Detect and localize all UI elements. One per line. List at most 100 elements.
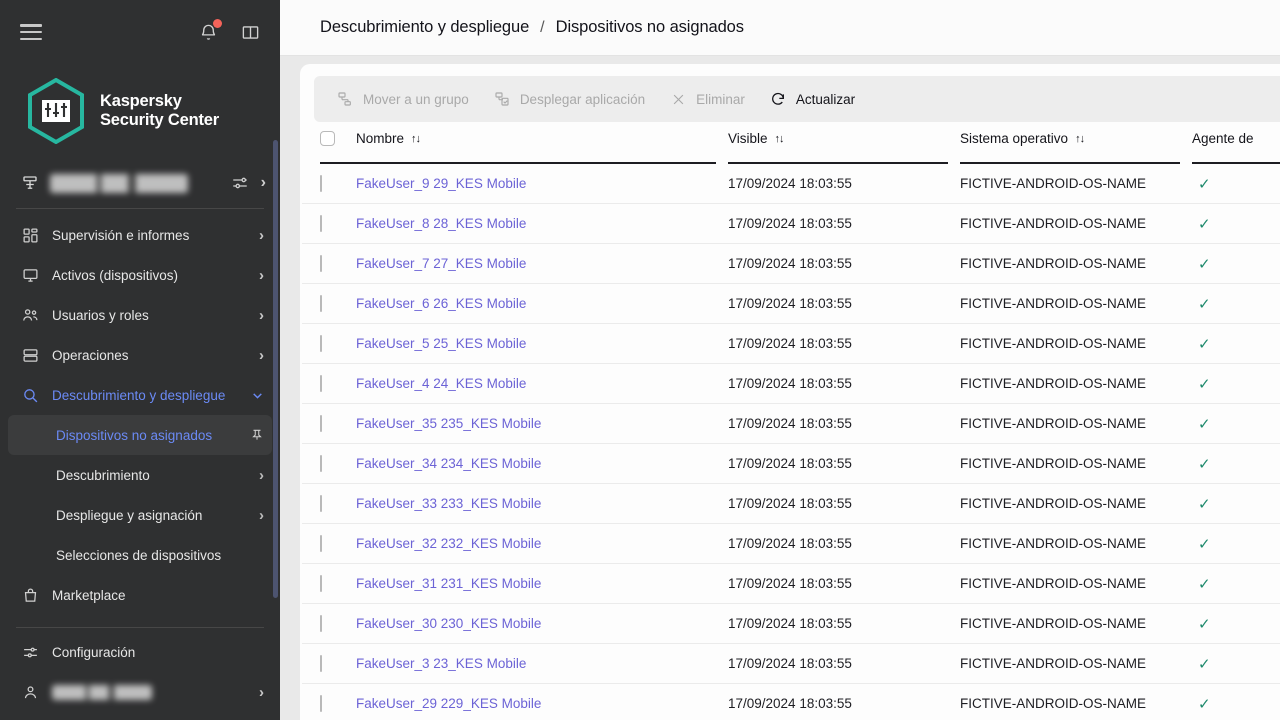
column-header-agente[interactable]: Agente de	[1192, 122, 1280, 164]
row-checkbox[interactable]	[320, 175, 322, 192]
device-name-link[interactable]: FakeUser_9 29_KES Mobile	[356, 176, 526, 191]
table-row[interactable]: FakeUser_30 230_KES Mobile 17/09/2024 18:…	[302, 604, 1280, 644]
move-to-group-icon	[336, 90, 354, 108]
row-checkbox[interactable]	[320, 255, 322, 272]
row-checkbox[interactable]	[320, 415, 322, 432]
column-label: Sistema operativo	[960, 131, 1069, 146]
table-row[interactable]: FakeUser_35 235_KES Mobile 17/09/2024 18:…	[302, 404, 1280, 444]
sidebar-item-descubrimiento-y-despliegue[interactable]: Descubrimiento y despliegue	[8, 375, 272, 415]
button-label: Mover a un grupo	[363, 91, 469, 107]
os-name: FICTIVE-ANDROID-OS-NAME	[960, 336, 1147, 351]
table-row[interactable]: FakeUser_4 24_KES Mobile 17/09/2024 18:03…	[302, 364, 1280, 404]
table-row[interactable]: FakeUser_8 28_KES Mobile 17/09/2024 18:03…	[302, 204, 1280, 244]
os-cell: FICTIVE-ANDROID-OS-NAME	[960, 616, 1180, 631]
sidebar-item-despliegue-y-asignacion[interactable]: Despliegue y asignación ›	[8, 495, 272, 535]
sidebar-item-selecciones-de-dispositivos[interactable]: Selecciones de dispositivos	[8, 535, 272, 575]
device-name-cell: FakeUser_33 233_KES Mobile	[356, 496, 716, 511]
delete-button[interactable]: Eliminar	[657, 83, 757, 115]
sidebar-item-usuarios[interactable]: Usuarios y roles ›	[8, 295, 272, 335]
row-checkbox[interactable]	[320, 215, 322, 232]
bell-icon[interactable]	[196, 19, 222, 44]
sort-arrows-icon: ↑↓	[774, 132, 785, 145]
device-name-cell: FakeUser_5 25_KES Mobile	[356, 336, 716, 351]
table-toolbar: Mover a un grupo Desplegar aplicación El…	[314, 76, 1280, 122]
device-name-link[interactable]: FakeUser_8 28_KES Mobile	[356, 216, 526, 231]
menu-icon[interactable]	[20, 24, 42, 40]
table-row[interactable]: FakeUser_31 231_KES Mobile 17/09/2024 18:…	[302, 564, 1280, 604]
row-checkbox[interactable]	[320, 655, 322, 672]
device-name-link[interactable]: FakeUser_3 23_KES Mobile	[356, 656, 526, 671]
refresh-button[interactable]: Actualizar	[757, 83, 867, 115]
sidebar-item-activos[interactable]: Activos (dispositivos) ›	[8, 255, 272, 295]
sidebar-scrollbar[interactable]	[273, 140, 278, 598]
device-name-link[interactable]: FakeUser_7 27_KES Mobile	[356, 256, 526, 271]
book-icon[interactable]	[238, 20, 262, 44]
sidebar-item-operaciones[interactable]: Operaciones ›	[8, 335, 272, 375]
main-area: Descubrimiento y despliegue / Dispositiv…	[280, 0, 1280, 720]
server-selector[interactable]: ›	[20, 164, 266, 202]
sidebar-item-supervision[interactable]: Supervisión e informes ›	[8, 215, 272, 255]
check-icon: ✓	[1198, 255, 1211, 273]
device-name-link[interactable]: FakeUser_31 231_KES Mobile	[356, 576, 541, 591]
device-name-link[interactable]: FakeUser_4 24_KES Mobile	[356, 376, 526, 391]
device-name-link[interactable]: FakeUser_29 229_KES Mobile	[356, 696, 541, 711]
visible-timestamp: 17/09/2024 18:03:55	[728, 176, 852, 191]
check-icon: ✓	[1198, 535, 1211, 553]
sidebar-footer: Configuración ›	[0, 621, 280, 720]
sidebar-divider-bottom	[16, 627, 264, 628]
table-row[interactable]: FakeUser_7 27_KES Mobile 17/09/2024 18:03…	[302, 244, 1280, 284]
sidebar-item-dispositivos-no-asignados[interactable]: Dispositivos no asignados	[8, 415, 272, 455]
column-header-visible[interactable]: Visible ↑↓	[728, 122, 948, 164]
sidebar-item-descubrimiento[interactable]: Descubrimiento ›	[8, 455, 272, 495]
row-select-cell	[320, 655, 356, 672]
breadcrumb-parent[interactable]: Descubrimiento y despliegue	[320, 18, 529, 37]
row-checkbox[interactable]	[320, 495, 322, 512]
table-row[interactable]: FakeUser_9 29_KES Mobile 17/09/2024 18:03…	[302, 164, 1280, 204]
pin-icon[interactable]	[250, 428, 264, 442]
server-name-redacted	[50, 173, 188, 193]
brand-logo[interactable]: Kaspersky Security Center	[0, 64, 280, 162]
row-checkbox[interactable]	[320, 375, 322, 392]
row-checkbox[interactable]	[320, 615, 322, 632]
server-row-actions: ›	[231, 174, 266, 192]
visible-cell: 17/09/2024 18:03:55	[728, 496, 948, 511]
table-row[interactable]: FakeUser_33 233_KES Mobile 17/09/2024 18:…	[302, 484, 1280, 524]
sliders-icon[interactable]	[231, 174, 249, 192]
row-checkbox[interactable]	[320, 695, 322, 712]
row-checkbox[interactable]	[320, 335, 322, 352]
column-header-sistema-operativo[interactable]: Sistema operativo ↑↓	[960, 122, 1180, 164]
row-checkbox[interactable]	[320, 575, 322, 592]
visible-timestamp: 17/09/2024 18:03:55	[728, 296, 852, 311]
table-row[interactable]: FakeUser_6 26_KES Mobile 17/09/2024 18:03…	[302, 284, 1280, 324]
sidebar-item-label: Despliegue y asignación	[56, 507, 203, 523]
row-checkbox[interactable]	[320, 295, 322, 312]
agent-cell: ✓	[1192, 255, 1280, 273]
check-icon: ✓	[1198, 215, 1211, 233]
device-name-link[interactable]: FakeUser_32 232_KES Mobile	[356, 536, 541, 551]
device-name-link[interactable]: FakeUser_35 235_KES Mobile	[356, 416, 541, 431]
sidebar-item-user-account[interactable]: ›	[8, 672, 272, 712]
move-to-group-button[interactable]: Mover a un grupo	[324, 83, 481, 115]
device-name-link[interactable]: FakeUser_33 233_KES Mobile	[356, 496, 541, 511]
deploy-app-button[interactable]: Desplegar aplicación	[481, 83, 657, 115]
device-name-link[interactable]: FakeUser_34 234_KES Mobile	[356, 456, 541, 471]
row-checkbox[interactable]	[320, 455, 322, 472]
sidebar-item-configuracion[interactable]: Configuración	[8, 632, 272, 672]
chevron-right-icon: ›	[259, 466, 264, 484]
chevron-right-icon: ›	[259, 226, 264, 244]
sidebar-item-marketplace[interactable]: Marketplace	[8, 575, 272, 615]
device-name-link[interactable]: FakeUser_5 25_KES Mobile	[356, 336, 526, 351]
table-row[interactable]: FakeUser_5 25_KES Mobile 17/09/2024 18:03…	[302, 324, 1280, 364]
select-all-checkbox[interactable]	[320, 131, 335, 146]
table-row[interactable]: FakeUser_3 23_KES Mobile 17/09/2024 18:03…	[302, 644, 1280, 684]
server-chevron-icon[interactable]: ›	[261, 174, 266, 192]
column-header-nombre[interactable]: Nombre ↑↓	[356, 122, 716, 164]
row-checkbox[interactable]	[320, 535, 322, 552]
table-row[interactable]: FakeUser_29 229_KES Mobile 17/09/2024 18:…	[302, 684, 1280, 720]
check-icon: ✓	[1198, 655, 1211, 673]
device-name-link[interactable]: FakeUser_6 26_KES Mobile	[356, 296, 526, 311]
chevron-right-icon: ›	[259, 306, 264, 324]
device-name-link[interactable]: FakeUser_30 230_KES Mobile	[356, 616, 541, 631]
table-row[interactable]: FakeUser_34 234_KES Mobile 17/09/2024 18:…	[302, 444, 1280, 484]
table-row[interactable]: FakeUser_32 232_KES Mobile 17/09/2024 18:…	[302, 524, 1280, 564]
